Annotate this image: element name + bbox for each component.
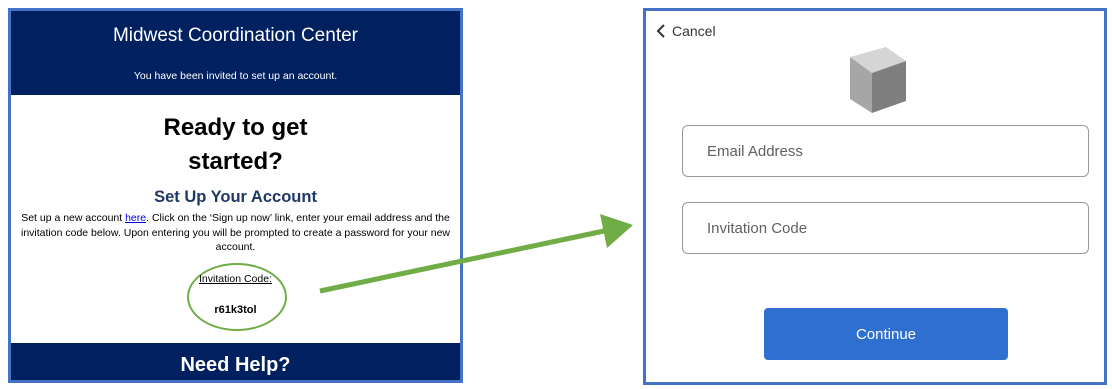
email-title: Midwest Coordination Center: [112, 25, 358, 46]
email-address-input[interactable]: [682, 125, 1089, 177]
email-subtitle: You have been invited to set up an accou…: [133, 70, 338, 82]
ready-heading-line1: Ready to get: [163, 114, 308, 141]
invitation-code-input[interactable]: [682, 202, 1089, 254]
continue-button[interactable]: Continue: [764, 308, 1008, 360]
email-footer: Need Help?: [11, 343, 460, 380]
setup-account-heading: Set Up Your Account: [154, 188, 317, 206]
instructions-text: Set up a new account here. Click on the …: [19, 211, 452, 255]
chevron-left-icon: [656, 24, 665, 38]
cube-logo-icon: [850, 47, 906, 113]
ready-heading-line2: started?: [188, 148, 283, 175]
ready-heading: Ready to get started?: [11, 111, 460, 179]
instructions-prefix: Set up a new account: [21, 212, 126, 224]
cancel-label: Cancel: [672, 23, 716, 39]
need-help-text: Need Help?: [180, 354, 291, 376]
cancel-link[interactable]: Cancel: [656, 23, 716, 39]
invitation-email-panel: Midwest Coordination Center You have bee…: [8, 8, 463, 383]
email-header: Midwest Coordination Center You have bee…: [11, 11, 460, 95]
invitation-code-value: r61k3tol: [214, 304, 257, 316]
invitation-code-label: Invitation Code:: [199, 273, 272, 285]
signup-form-panel: Cancel Continue: [643, 8, 1107, 385]
here-link[interactable]: here: [125, 212, 146, 224]
